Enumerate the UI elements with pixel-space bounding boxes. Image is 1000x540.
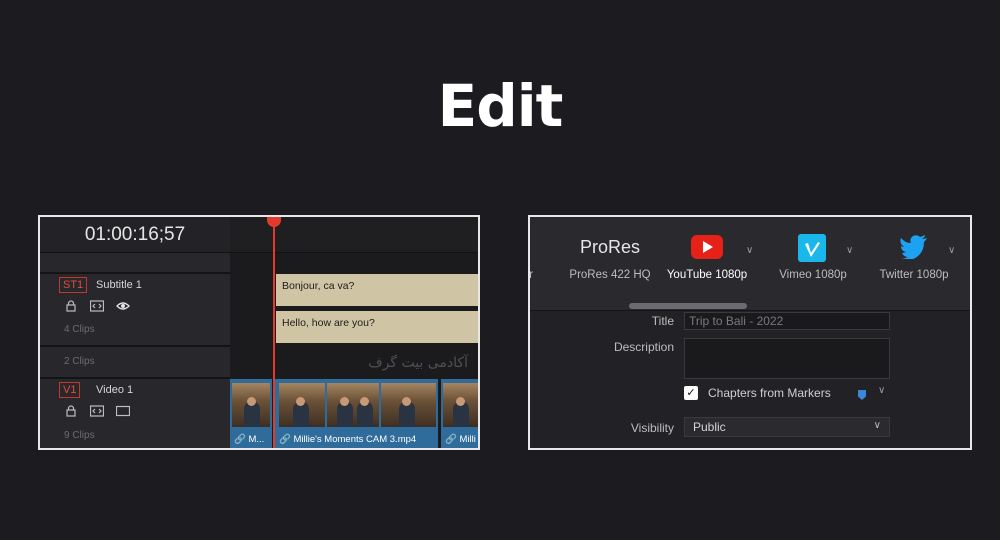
title-field[interactable]: Trip to Bali - 2022 [684,312,890,330]
chapters-checkbox[interactable]: ✓ [684,386,698,400]
preset-vimeo[interactable]: Vimeo 1080p [766,217,860,311]
timeline-panel: 01:00:16;57 ST1 Subtitle 1 4 Clips 2 Cli… [38,215,480,450]
chevron-down-icon[interactable]: ∨ [846,245,853,256]
playhead[interactable] [273,217,275,448]
monitor-icon[interactable] [116,405,130,417]
clip-label: 🔗 Milli [445,434,476,445]
chevron-down-icon[interactable]: ∨ [948,245,955,256]
preset-label: Vimeo 1080p [779,269,847,281]
visibility-label: Visibility [630,421,674,435]
video-track-controls [64,405,130,417]
vimeo-icon [798,234,826,262]
preset-prores[interactable]: ProRes ProRes 422 HQ [560,217,660,311]
export-panel: er ProRes ProRes 422 HQ YouTube 1080p ∨ … [528,215,972,450]
visibility-select[interactable]: Public ∨ [684,417,890,437]
prores-icon: ProRes [579,237,641,257]
title-label: Title [651,314,674,328]
chevron-down-icon[interactable]: ∨ [746,245,753,256]
youtube-icon [691,235,723,259]
subtitle-clip-count: 4 Clips [64,324,95,335]
preset-custom[interactable]: er [530,217,546,311]
watermark-text: آکادمی بیت گرف [368,355,468,371]
timecode-display: 01:00:16;57 [84,224,186,245]
marker-color-icon[interactable] [858,390,866,400]
chapters-label: Chapters from Markers [708,386,831,400]
description-label: Description [613,340,674,354]
clip-thumbnail [279,383,325,427]
track-tag-st1[interactable]: ST1 [59,277,88,293]
twitter-icon [900,235,927,259]
clip-thumbnail [232,383,270,427]
description-field[interactable] [684,338,890,379]
subtitle-clip[interactable]: Bonjour, ca va? [276,274,478,306]
auto-select-icon[interactable] [90,300,104,312]
preset-scrollbar[interactable] [629,303,747,309]
track-name-subtitle[interactable]: Subtitle 1 [96,279,142,291]
clip-label: 🔗 M... [234,434,265,445]
preset-label: Twitter 1080p [879,269,949,281]
video-clip[interactable]: 🔗 Milli [441,379,478,448]
video-clip-count: 9 Clips [64,430,95,441]
preset-label: ProRes 422 HQ [569,269,651,281]
chevron-down-icon[interactable]: ∨ [878,385,885,396]
eye-icon[interactable] [116,300,130,312]
timeline-header: 01:00:16;57 [40,217,230,253]
auto-select-icon[interactable] [90,405,104,417]
video-clip[interactable]: 🔗 Millie's Moments CAM 3.mp4 [275,379,438,448]
clip-thumbnail [327,383,379,427]
page-title: Edit [437,72,564,140]
clip-thumbnail [381,383,436,427]
preset-youtube[interactable]: YouTube 1080p [658,217,756,311]
subtitle-clip[interactable]: Hello, how are you? [276,311,478,343]
preset-bar: er ProRes ProRes 422 HQ YouTube 1080p ∨ … [530,217,970,311]
track-headers: ST1 Subtitle 1 4 Clips 2 Clips V1 Video … [40,253,230,448]
chevron-down-icon: ∨ [873,420,881,431]
track-clip-count: 2 Clips [64,356,95,367]
visibility-value: Public [693,420,726,434]
preset-label: YouTube 1080p [666,269,748,281]
subtitle-track-controls [64,300,130,312]
track-name-video[interactable]: Video 1 [96,384,133,396]
lock-icon[interactable] [64,405,78,417]
video-clip[interactable]: 🔗 M... [230,379,272,448]
clip-thumbnail [443,383,478,427]
preset-twitter[interactable]: Twitter 1080p [866,217,962,311]
track-tag-v1[interactable]: V1 [59,382,81,398]
clip-label: 🔗 Millie's Moments CAM 3.mp4 [279,434,417,445]
lock-icon[interactable] [64,300,78,312]
